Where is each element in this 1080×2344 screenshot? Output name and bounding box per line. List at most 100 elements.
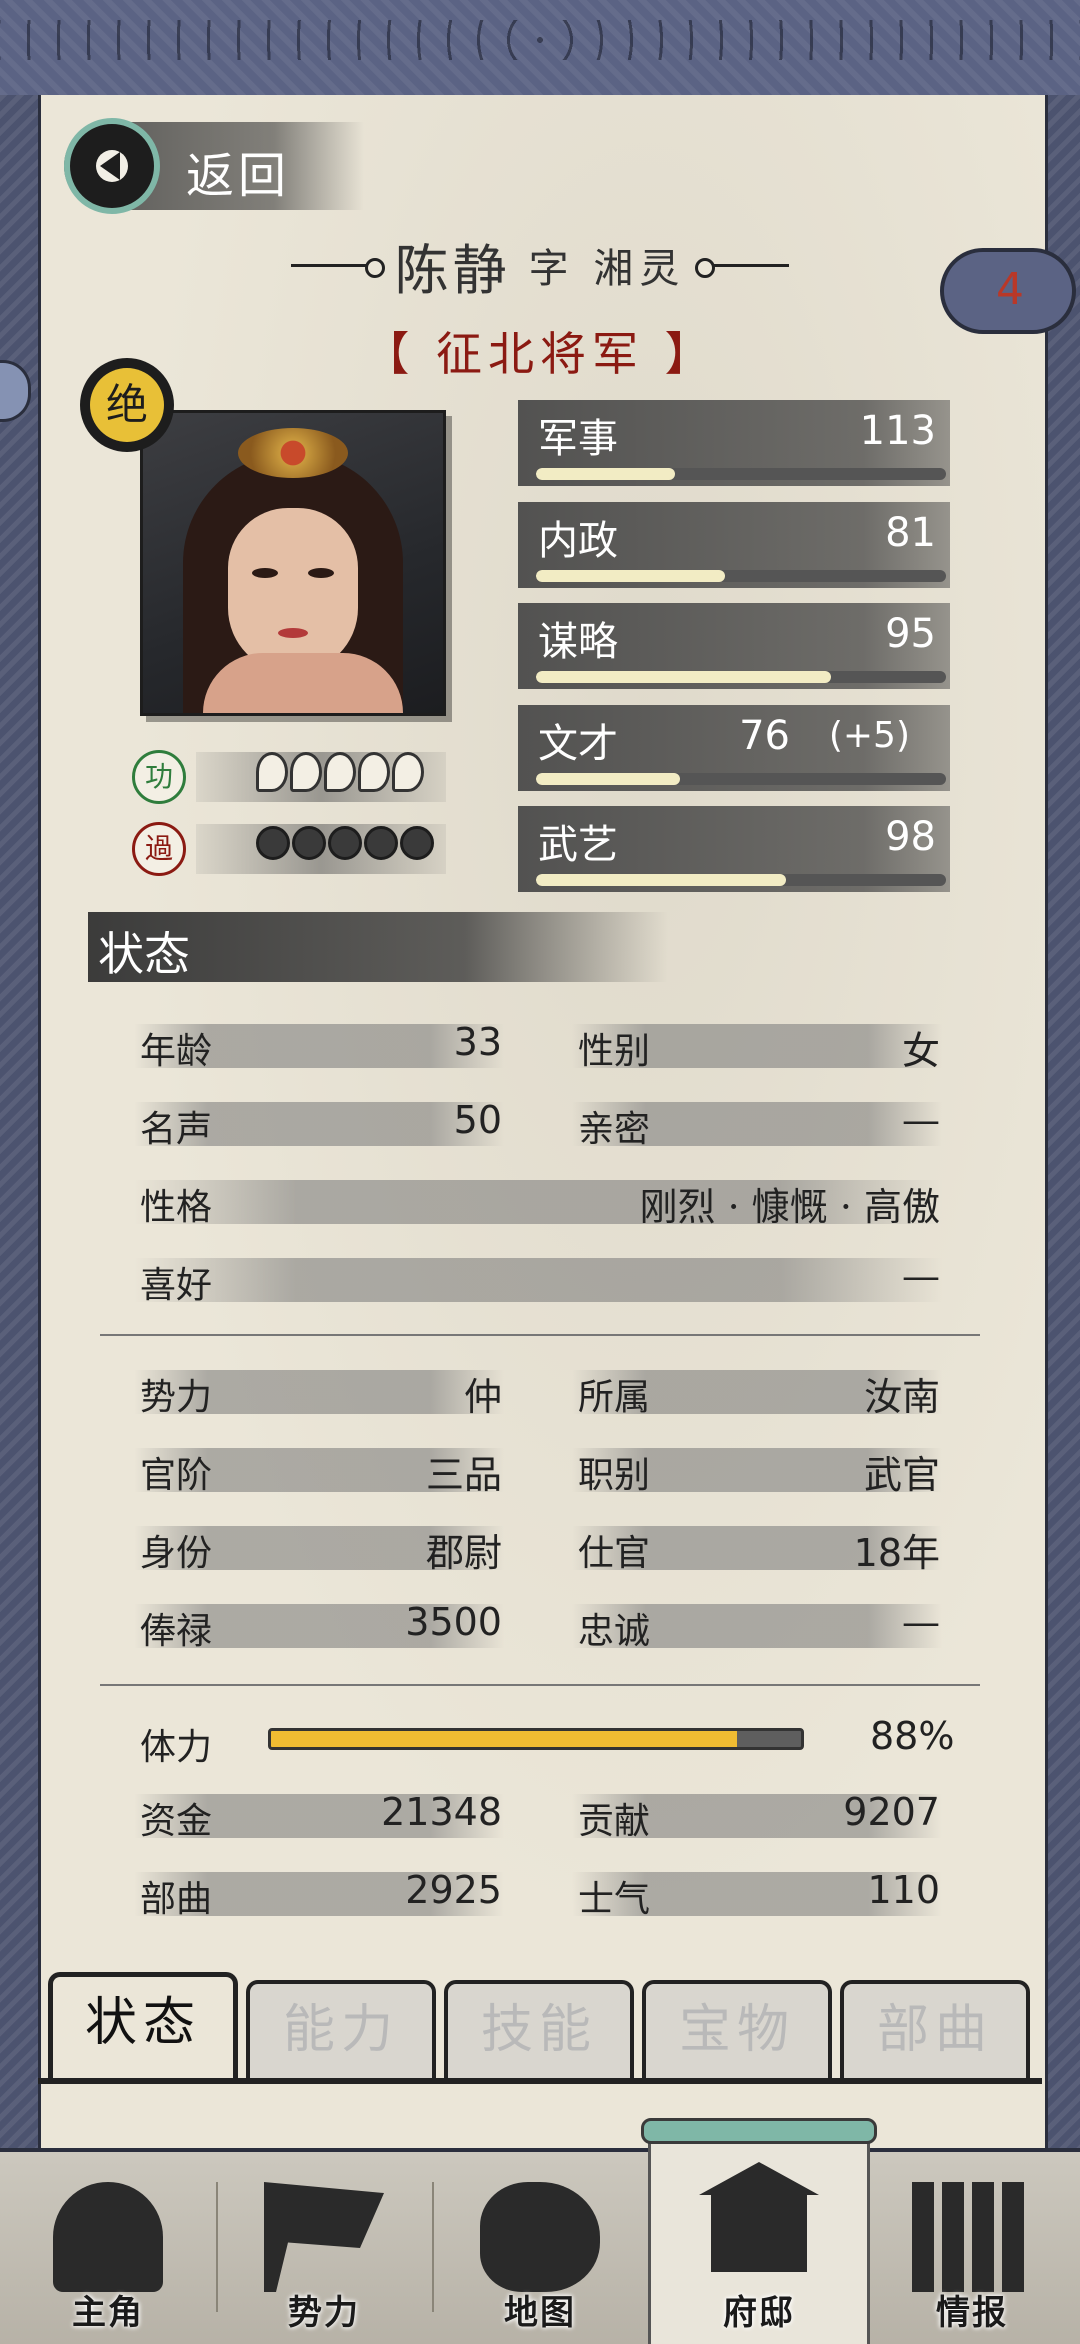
attribute-value: 76: [739, 713, 790, 759]
divider: [100, 1334, 980, 1336]
back-arrow-icon: [64, 118, 160, 214]
attribute-bar: [536, 468, 946, 480]
ornament-left: [290, 257, 385, 278]
info-key: 年龄: [140, 1031, 213, 1072]
attribute-name: 军事: [538, 416, 618, 462]
info-row: 仕官 18年: [572, 1526, 942, 1575]
demerit-pip-icon: [292, 826, 326, 860]
info-key: 士气: [578, 1879, 651, 1920]
demerit-pip-icon: [400, 826, 434, 860]
tab-4[interactable]: 部曲: [840, 1980, 1030, 2080]
info-row: 性格 刚烈 · 慷慨 · 高傲: [134, 1180, 942, 1229]
nav-map[interactable]: 地图: [432, 2152, 648, 2344]
nav-hero[interactable]: 主角: [0, 2152, 216, 2344]
tab-2[interactable]: 技能: [444, 1980, 634, 2080]
tab-1[interactable]: 能力: [246, 1980, 436, 2080]
info-row: 亲密 —: [572, 1098, 942, 1150]
info-row: 身份 郡尉: [134, 1526, 504, 1575]
cloud-count: 4: [996, 264, 1024, 315]
info-value: 110: [867, 1868, 940, 1912]
info-value: 2925: [405, 1868, 502, 1912]
attribute-name: 武艺: [538, 822, 618, 868]
top-frame: [0, 0, 1080, 99]
info-value: 汝南: [863, 1375, 940, 1419]
info-value: —: [902, 1600, 940, 1644]
status-section-header: 状态: [88, 912, 668, 982]
info-key: 忠诚: [578, 1611, 651, 1652]
nav-label: 府邸: [723, 2293, 795, 2333]
info-value: 21348: [381, 1790, 502, 1834]
merit-pip-icon: [290, 752, 322, 792]
mansion-icon: [699, 2162, 819, 2272]
tab-3[interactable]: 宝物: [642, 1980, 832, 2080]
info-key: 性别: [578, 1031, 651, 1072]
attribute-0[interactable]: 军事 113: [518, 400, 950, 486]
attribute-bar-fill: [536, 468, 676, 480]
stamina-label: 体力: [140, 1727, 213, 1768]
info-value: 仲: [463, 1375, 502, 1419]
stamina-bar: [268, 1728, 804, 1750]
attribute-name: 内政: [538, 518, 618, 564]
character-portrait[interactable]: [140, 410, 446, 716]
attribute-value: 98: [885, 814, 936, 860]
attribute-bar: [536, 570, 946, 582]
name-header: 陈静 字 湘灵: [250, 230, 830, 302]
info-key: 名声: [140, 1109, 213, 1150]
info-value: 郡尉: [425, 1531, 502, 1575]
demerit-pip-icon: [328, 826, 362, 860]
back-label: 返回: [186, 148, 291, 204]
attribute-bar: [536, 874, 946, 886]
info-row: 资金 21348: [134, 1790, 504, 1842]
attribute-2[interactable]: 谋略 95: [518, 603, 950, 689]
back-button[interactable]: 返回: [64, 118, 364, 214]
info-key: 资金: [140, 1801, 213, 1842]
courtesy-name: 字 湘灵: [528, 246, 686, 292]
nav-label: 情报: [936, 2293, 1008, 2333]
info-value: 刚烈 · 慷慨 · 高傲: [639, 1185, 940, 1229]
info-value: 50: [453, 1098, 502, 1142]
map-icon: [480, 2182, 600, 2292]
info-key: 部曲: [140, 1879, 213, 1920]
tab-0[interactable]: 状态: [48, 1972, 238, 2080]
info-row: 官阶 三品: [134, 1448, 504, 1497]
nav-mansion[interactable]: 府邸: [641, 2118, 877, 2344]
info-value: 3500: [405, 1600, 502, 1644]
flag-icon: [264, 2182, 384, 2292]
divider: [100, 1684, 980, 1686]
info-key: 职别: [578, 1455, 651, 1496]
info-key: 势力: [140, 1377, 213, 1418]
nav-separator: [432, 2182, 434, 2312]
info-key: 喜好: [140, 1265, 213, 1306]
attribute-bar-fill: [536, 671, 832, 683]
info-value: 武官: [863, 1453, 940, 1497]
info-value: 女: [901, 1029, 940, 1073]
attribute-name: 文才: [538, 721, 618, 767]
merit-pip-icon: [392, 752, 424, 792]
scrolls-icon: [912, 2182, 1032, 2292]
hero-icon: [53, 2182, 163, 2292]
attribute-4[interactable]: 武艺 98: [518, 806, 950, 892]
merit-pip-icon: [256, 752, 288, 792]
attribute-name: 谋略: [538, 619, 618, 665]
attribute-3[interactable]: 文才 76 (+5): [518, 705, 950, 791]
info-value: 33: [453, 1020, 502, 1064]
demerit-pips: [256, 826, 434, 860]
status-heading: 状态: [98, 927, 190, 981]
character-name: 陈静: [394, 238, 511, 302]
info-key: 官阶: [140, 1455, 213, 1496]
info-row: 职别 武官: [572, 1448, 942, 1497]
info-key: 性格: [140, 1187, 213, 1228]
info-value: —: [902, 1254, 940, 1298]
merit-pip-icon: [358, 752, 390, 792]
attribute-bar: [536, 773, 946, 785]
stamina-value: 88%: [870, 1714, 955, 1758]
nav-flag[interactable]: 势力: [216, 2152, 432, 2344]
nav-label: 势力: [288, 2293, 360, 2333]
attribute-1[interactable]: 内政 81: [518, 502, 950, 588]
nav-separator: [216, 2182, 218, 2312]
nav-scrolls[interactable]: 情报: [864, 2152, 1080, 2344]
info-value: 9207: [843, 1790, 940, 1834]
info-row: 忠诚 —: [572, 1600, 942, 1652]
info-key: 俸禄: [140, 1611, 213, 1652]
ornament-right: [695, 257, 790, 278]
